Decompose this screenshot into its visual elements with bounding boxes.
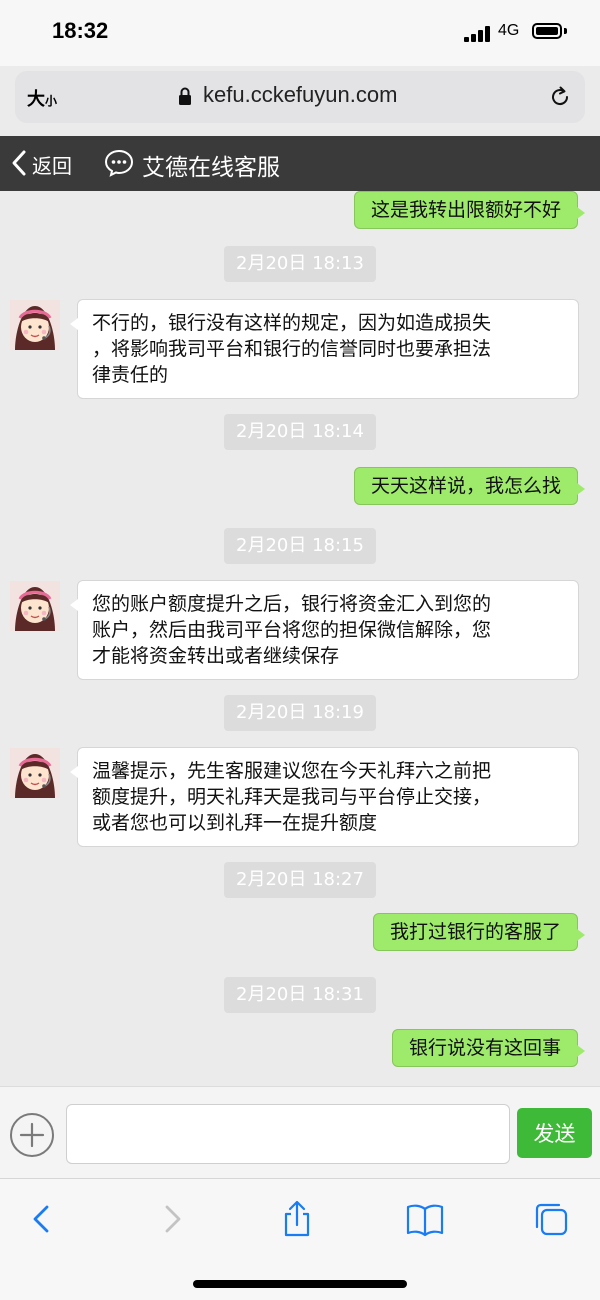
status-bar: 18:32 4G xyxy=(0,0,600,66)
chevron-left-icon[interactable] xyxy=(10,149,28,177)
incoming-message: 您的账户额度提升之后，银行将资金汇入到您的 账户，然后由我司平台将您的担保微信解… xyxy=(70,580,579,680)
send-button[interactable]: 发送 xyxy=(517,1108,592,1158)
timestamp: 2月20日 18:14 xyxy=(224,414,376,450)
timestamp: 2月20日 18:31 xyxy=(224,977,376,1013)
address-bar[interactable]: 大小 kefu.cckefuyun.com xyxy=(15,71,585,123)
chat-title: 艾德在线客服 xyxy=(142,155,280,181)
timestamp: 2月20日 18:19 xyxy=(224,695,376,731)
url-text: kefu.cckefuyun.com xyxy=(203,82,398,107)
lock-icon xyxy=(179,87,191,105)
outgoing-message: 这是我转出限额好不好 xyxy=(353,191,586,229)
incoming-message: 温馨提示，先生客服建议您在今天礼拜六之前把 额度提升，明天礼拜天是我司与平台停止… xyxy=(70,747,579,847)
message-list[interactable]: 这是我转出限额好不好 2月20日 18:13 不行的，银行没有这样的规定，因为如… xyxy=(0,191,600,1086)
outgoing-message: 我打过银行的客服了 xyxy=(372,913,586,951)
outgoing-message: 天天这样说，我怎么找 xyxy=(353,467,586,505)
chevron-left-icon[interactable] xyxy=(22,1199,62,1239)
text-size-button[interactable]: 大小 xyxy=(27,85,57,111)
message-input[interactable] xyxy=(66,1104,510,1164)
incoming-message: 不行的，银行没有这样的规定，因为如造成损失 ，将影响我司平台和银行的信誉同时也要… xyxy=(70,299,579,399)
network-label: 4G xyxy=(498,22,520,39)
plus-icon[interactable] xyxy=(8,1111,56,1159)
agent-avatar xyxy=(10,300,60,350)
bookmarks-icon[interactable] xyxy=(405,1199,445,1239)
timestamp: 2月20日 18:27 xyxy=(224,862,376,898)
home-indicator xyxy=(193,1280,407,1288)
tabs-icon[interactable] xyxy=(531,1199,571,1239)
reload-icon[interactable] xyxy=(548,85,572,109)
timestamp: 2月20日 18:15 xyxy=(224,528,376,564)
battery-icon xyxy=(532,23,562,39)
status-time: 18:32 xyxy=(52,18,109,43)
chevron-right-icon xyxy=(165,1205,181,1233)
agent-avatar xyxy=(10,581,60,631)
timestamp: 2月20日 18:13 xyxy=(224,246,376,282)
back-button[interactable]: 返回 xyxy=(32,150,72,179)
chat-header: 返回 艾德在线客服 xyxy=(0,136,600,191)
composer-bar: 发送 xyxy=(0,1086,600,1179)
outgoing-message: 银行说没有这回事 xyxy=(391,1029,586,1067)
share-icon[interactable] xyxy=(277,1199,317,1239)
agent-avatar xyxy=(10,748,60,798)
signal-icon xyxy=(464,26,492,42)
chat-bubble-icon xyxy=(104,149,134,177)
